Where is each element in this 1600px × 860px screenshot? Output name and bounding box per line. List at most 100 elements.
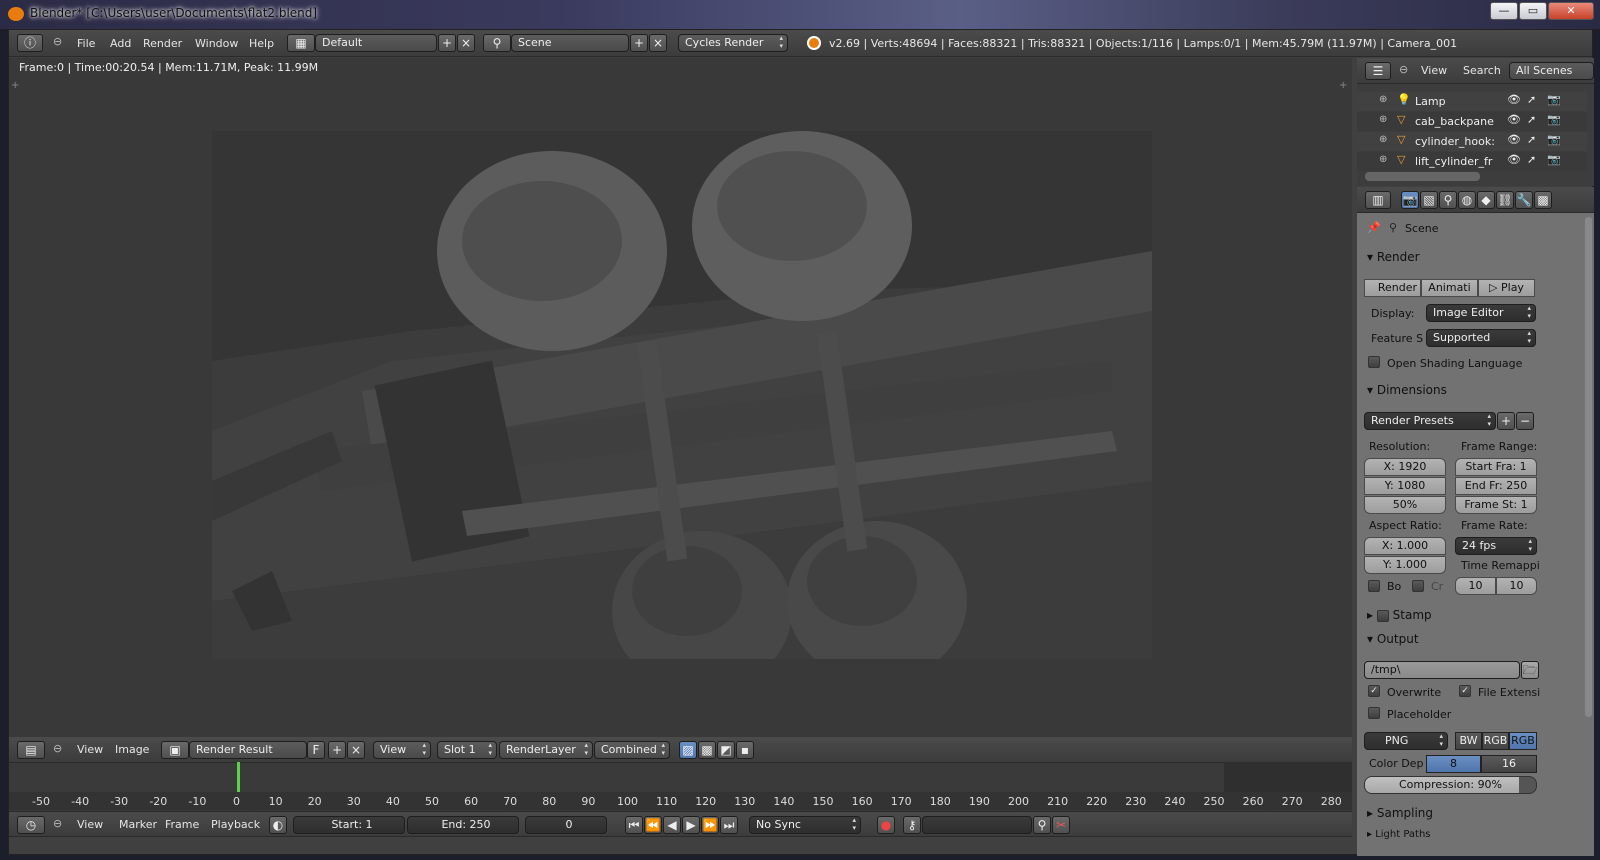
menu-view[interactable]: View [77,737,103,762]
selectable-cursor-icon[interactable]: ➚ [1527,113,1536,126]
image-editor-area[interactable]: Frame:0 | Time:00:20.54 | Mem:11.71M, Pe… [9,58,1352,738]
draw-alpha-icon[interactable]: ▩ [698,741,716,759]
jump-start-icon[interactable]: ⏮ [625,816,643,834]
remove-preset-icon[interactable]: − [1516,412,1534,430]
maximize-button[interactable]: ▭ [1519,2,1547,20]
tab-texture-icon[interactable]: ▩ [1534,191,1552,209]
fake-user-button[interactable]: F [307,741,325,759]
image-browse-icon[interactable]: ▣ [161,741,189,759]
outliner-menu-view[interactable]: View [1421,58,1447,83]
tab-object-icon[interactable]: ◆ [1477,191,1495,209]
insert-keyframe-icon[interactable]: ⚲ [1033,816,1051,834]
render-pass-select[interactable]: Combined [594,741,670,759]
outliner-row[interactable]: ⊕ ▽ lift_cylinder_fr 👁 ➚ 📷 [1357,152,1587,171]
overwrite-checkbox[interactable]: ✓ [1368,685,1380,697]
aspect-y-field[interactable]: Y: 1.000 [1364,556,1446,574]
menu-timeline-view[interactable]: View [77,812,103,836]
collapse-menu-icon[interactable]: ⊖ [53,742,62,755]
image-name-field[interactable]: Render Result [189,741,307,759]
end-frame-field[interactable]: End: 250 [407,816,519,834]
properties-area[interactable]: ▥ 📷 ▧ ⚲ ◍ ◆ ⛓ 🔧 ▩ 📌 ⚲ Scene ▾ Render Ren… [1357,187,1594,856]
keying-set-field[interactable] [922,816,1032,834]
render-camera-icon[interactable]: 📷 [1547,133,1561,146]
visibility-eye-icon[interactable]: 👁 [1507,113,1521,126]
slot-select[interactable]: Slot 1 [437,741,497,759]
expand-icon[interactable]: ⊕ [1379,134,1387,145]
menu-help[interactable]: Help [249,30,274,56]
visibility-eye-icon[interactable]: 👁 [1507,133,1521,146]
tab-scene-icon[interactable]: ⚲ [1439,191,1457,209]
render-panel-header[interactable]: ▾ Render [1367,250,1420,264]
draw-zbuffer-icon[interactable]: ◩ [717,741,735,759]
add-layout-icon[interactable]: + [438,34,456,52]
render-presets-select[interactable]: Render Presets [1364,412,1496,430]
output-path-field[interactable]: /tmp\ [1364,661,1520,679]
outliner-item-name[interactable]: lift_cylinder_fr [1415,155,1503,168]
editor-type-outliner-icon[interactable]: ☰ [1365,62,1391,80]
color-depth-16-button[interactable]: 16 [1481,755,1537,773]
scene-icon[interactable]: ⚲ [483,34,511,52]
corner-widget-icon[interactable]: + [11,80,19,91]
resolution-percent-field[interactable]: 50% [1364,496,1446,514]
menu-add[interactable]: Add [110,30,131,56]
current-frame-field[interactable]: 0 [525,816,607,834]
render-layer-select[interactable]: RenderLayer [499,741,593,759]
add-scene-icon[interactable]: + [630,34,648,52]
tab-modifiers-icon[interactable]: 🔧 [1515,191,1533,209]
menu-render[interactable]: Render [143,30,182,56]
visibility-eye-icon[interactable]: 👁 [1507,93,1521,106]
screen-layout-icon[interactable]: ▦ [287,34,315,52]
stamp-panel-header[interactable]: ▸ Stamp [1367,608,1432,622]
remove-layout-icon[interactable]: × [457,34,475,52]
outliner-row[interactable]: ⊕ ▽ cab_backpane 👁 ➚ 📷 [1357,112,1587,131]
file-browser-icon[interactable]: 🗁 [1521,661,1539,679]
timeline-area[interactable] [9,762,1352,818]
view-mode-select[interactable]: View [373,741,431,759]
editor-type-timeline-icon[interactable]: ◷ [17,816,45,834]
editor-type-image-icon[interactable]: ▤ [17,741,45,759]
feature-set-select[interactable]: Supported [1426,329,1536,347]
render-camera-icon[interactable]: 📷 [1547,113,1561,126]
menu-window[interactable]: Window [195,30,238,56]
file-extension-checkbox[interactable]: ✓ [1459,685,1471,697]
compression-slider[interactable]: Compression: 90% [1364,776,1537,794]
minimize-button[interactable]: — [1490,2,1518,20]
output-panel-header[interactable]: ▾ Output [1367,632,1419,646]
play-icon[interactable]: ▶ [682,816,700,834]
scene-field[interactable]: Scene [511,34,629,52]
render-button[interactable]: Render [1364,279,1421,297]
editor-type-info-icon[interactable]: ⓘ [17,34,43,52]
color-rgba-button[interactable]: RGB [1509,732,1537,750]
unlink-image-icon[interactable]: × [347,741,365,759]
jump-end-icon[interactable]: ⏭ [720,816,738,834]
properties-scrollbar[interactable] [1585,217,1592,717]
resolution-y-field[interactable]: Y: 1080 [1364,477,1446,495]
light-paths-panel-header[interactable]: ▸ Light Paths [1367,829,1431,843]
layout-field[interactable]: Default [315,34,437,52]
file-format-select[interactable]: PNG [1364,732,1448,750]
collapse-menu-icon[interactable]: ⊖ [53,35,62,48]
new-image-icon[interactable]: + [328,741,346,759]
outliner-display-select[interactable]: All Scenes [1509,62,1594,80]
frame-end-field[interactable]: End Fr: 250 [1455,477,1537,495]
delete-keyframe-icon[interactable]: ✂ [1052,816,1070,834]
selectable-cursor-icon[interactable]: ➚ [1527,93,1536,106]
outliner-item-name[interactable]: Lamp [1415,95,1503,108]
play-reverse-icon[interactable]: ◀ [663,816,681,834]
crop-checkbox[interactable] [1412,580,1424,592]
menu-playback[interactable]: Playback [211,812,260,836]
visibility-eye-icon[interactable]: 👁 [1507,153,1521,166]
render-camera-icon[interactable]: 📷 [1547,93,1561,106]
selectable-cursor-icon[interactable]: ➚ [1527,153,1536,166]
display-select[interactable]: Image Editor [1426,304,1536,322]
expand-icon[interactable]: ⊕ [1379,94,1387,105]
time-remap-old-field[interactable]: 10 [1455,577,1496,595]
color-rgb-button[interactable]: RGB [1482,732,1509,750]
jump-keyframe-forward-icon[interactable]: ⏩ [701,816,719,834]
color-bw-button[interactable]: BW [1455,732,1482,750]
time-remap-new-field[interactable]: 10 [1496,577,1537,595]
outliner-scrollbar[interactable] [1365,172,1480,181]
expand-icon[interactable]: ⊕ [1379,114,1387,125]
menu-frame[interactable]: Frame [165,812,199,836]
dimensions-panel-header[interactable]: ▾ Dimensions [1367,383,1447,397]
